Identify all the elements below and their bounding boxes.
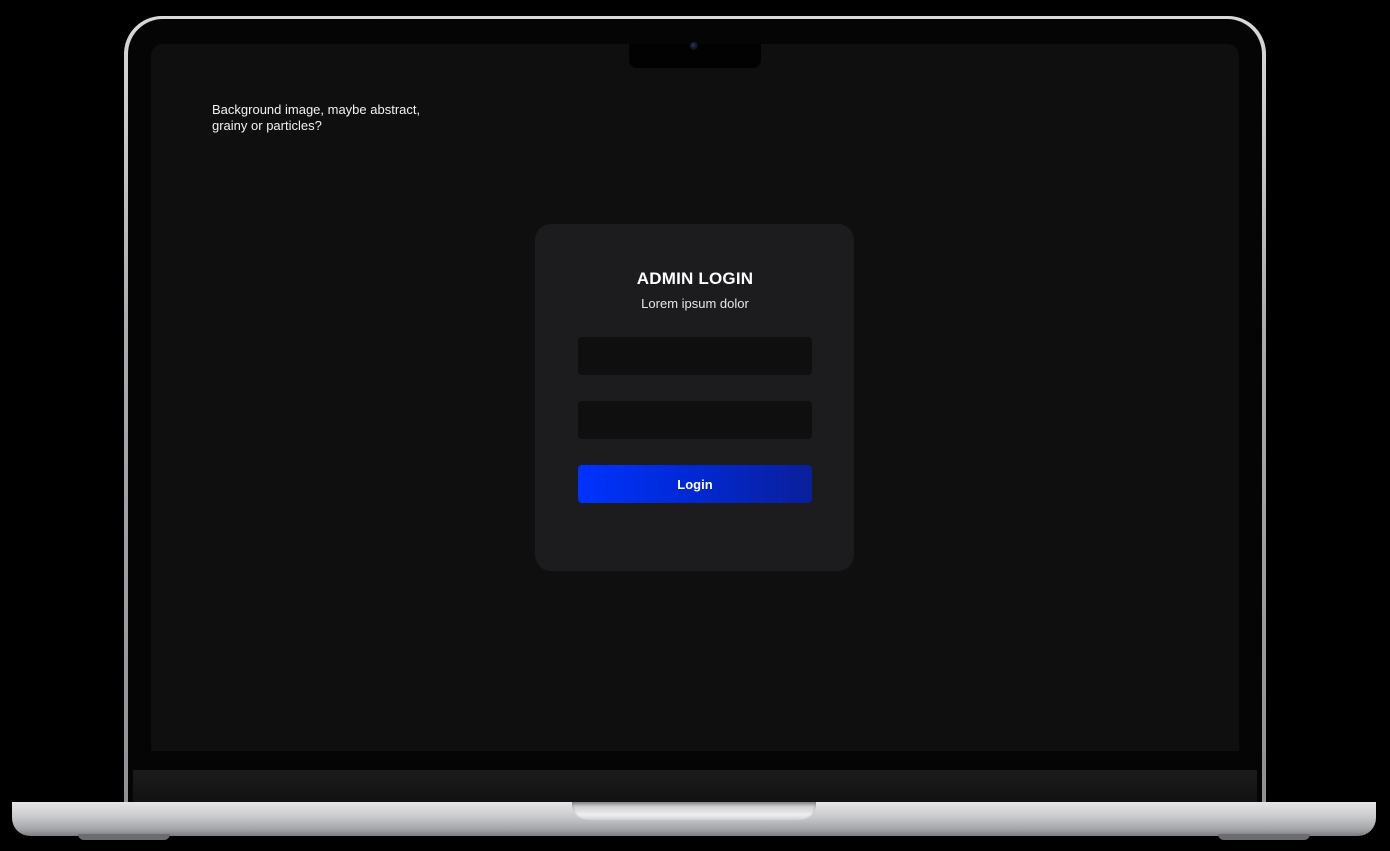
login-button[interactable]: Login	[578, 465, 812, 503]
background-note: Background image, maybe abstract, grainy…	[212, 102, 452, 134]
background-note-line-2: grainy or particles?	[212, 118, 322, 133]
password-input[interactable]	[578, 401, 812, 439]
page-subtitle: Lorem ipsum dolor	[641, 296, 749, 311]
laptop-chin	[133, 770, 1257, 803]
laptop-mockup: Background image, maybe abstract, grainy…	[0, 0, 1390, 851]
laptop-base-notch	[572, 802, 816, 820]
background-note-line-1: Background image, maybe abstract,	[212, 102, 421, 117]
laptop-foot-right	[1218, 834, 1310, 840]
laptop-foot-left	[78, 834, 170, 840]
camera-icon	[690, 42, 698, 50]
username-input[interactable]	[578, 337, 812, 375]
page-title: ADMIN LOGIN	[636, 269, 754, 288]
